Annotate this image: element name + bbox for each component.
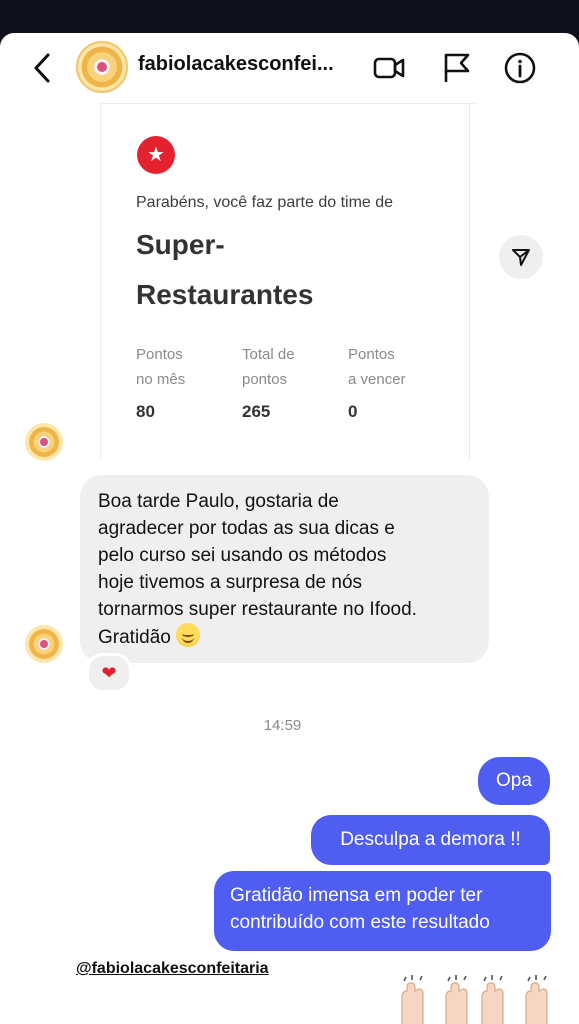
stat-points-expiring: Pontos a vencer 0 [348, 342, 443, 422]
raising-hands-icon [445, 975, 468, 1024]
message-line: agradecer por todas as sua dicas e [98, 518, 395, 539]
stat-label-line: pontos [242, 371, 288, 388]
video-call-icon[interactable] [372, 51, 406, 85]
raising-hands-emoji-icon [398, 975, 558, 1024]
share-button[interactable] [499, 235, 543, 279]
message-line: Gratidão imensa em poder ter [230, 885, 483, 906]
stat-value: 0 [348, 402, 358, 421]
congrats-text: Parabéns, você faz parte do time de [136, 194, 394, 211]
stat-label-line: no mês [136, 371, 186, 388]
stat-label-line: Pontos [136, 346, 183, 363]
outgoing-message-bubble[interactable]: Desculpa a demora !! [311, 815, 550, 865]
stat-points-month: Pontos no mês 80 [136, 342, 231, 422]
stat-value: 80 [136, 402, 155, 421]
stat-label-line: Pontos [348, 346, 395, 363]
message-line-last: Gratidão [98, 623, 471, 651]
post-title-line: Restaurantes [136, 279, 314, 310]
stat-label: Pontos no mês [136, 342, 231, 392]
post-title: Super- Restaurantes [136, 220, 396, 320]
sender-avatar[interactable] [25, 625, 63, 663]
stat-label-line: a vencer [348, 371, 406, 388]
stat-label-line: Total de [242, 346, 295, 363]
message-line: pelo curso sei usando os métodos [98, 545, 387, 566]
post-title-line: Super- [136, 229, 225, 260]
raising-hands-icon [525, 975, 548, 1024]
sender-avatar[interactable] [25, 423, 63, 461]
message-line: Boa tarde Paulo, gostaria de [98, 491, 339, 512]
mention-link[interactable]: @fabiolacakesconfeitaria [76, 960, 269, 978]
message-line: tornarmos super restaurante no Ifood. [98, 599, 417, 620]
message-line: hoje tivemos a surpresa de nós [98, 572, 363, 593]
raising-hands-icon [481, 975, 504, 1024]
send-icon [512, 249, 530, 266]
back-arrow-icon[interactable] [28, 51, 56, 85]
heart-reaction-icon[interactable]: ❤ [86, 653, 132, 693]
shared-post-card[interactable]: ★ Parabéns, você faz parte do time de Su… [100, 104, 470, 460]
flag-icon[interactable] [440, 51, 474, 85]
chat-screen: fabiolacakesconfei... ★ Parabéns, você f… [0, 33, 579, 1024]
info-icon[interactable] [503, 51, 537, 85]
stat-label: Pontos a vencer [348, 342, 443, 392]
incoming-message-bubble[interactable]: Boa tarde Paulo, gostaria de agradecer p… [80, 475, 489, 663]
star-icon: ★ [137, 136, 175, 174]
stat-points-total: Total de pontos 265 [242, 342, 337, 422]
smiling-face-emoji-icon [176, 623, 201, 647]
raising-hands-icon [401, 975, 424, 1024]
stat-value: 265 [242, 402, 271, 421]
chat-header: fabiolacakesconfei... [0, 33, 579, 103]
outgoing-message-bubble[interactable]: Gratidão imensa em poder ter contribuído… [214, 871, 551, 951]
outgoing-message-bubble[interactable]: Opa [478, 757, 550, 805]
stat-label: Total de pontos [242, 342, 337, 392]
profile-avatar[interactable] [76, 41, 128, 93]
message-line: contribuído com este resultado [230, 912, 490, 933]
message-text: Gratidão [98, 627, 171, 648]
message-timestamp: 14:59 [263, 717, 302, 734]
chat-username[interactable]: fabiolacakesconfei... [138, 53, 363, 76]
